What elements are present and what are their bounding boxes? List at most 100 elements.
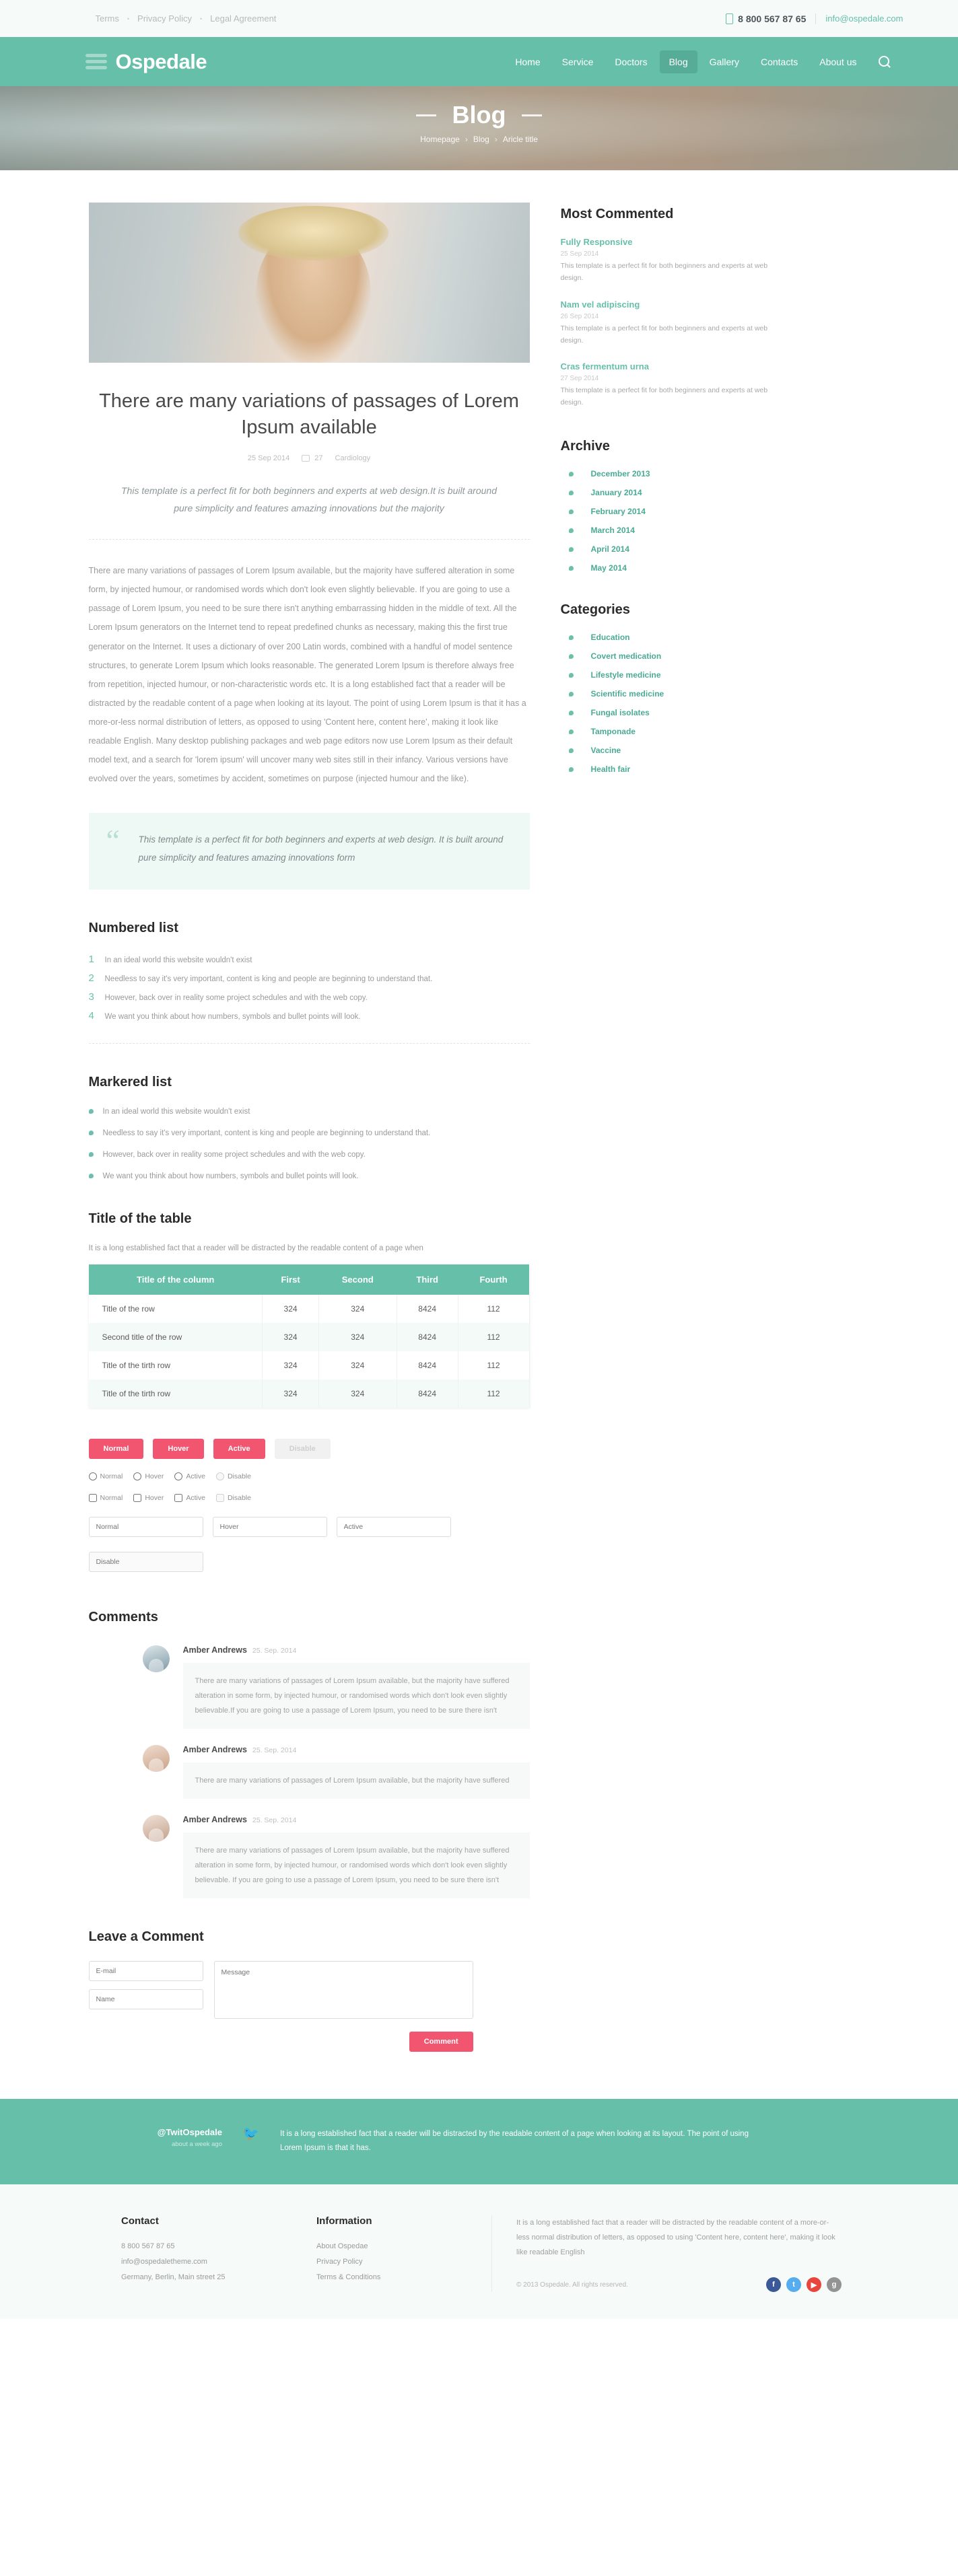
- button-normal[interactable]: Normal: [88, 1438, 144, 1459]
- page-title: Blog: [452, 101, 506, 129]
- post-category[interactable]: Cardiology: [335, 454, 371, 462]
- button-active[interactable]: Active: [213, 1438, 265, 1459]
- input-hover[interactable]: [212, 1516, 327, 1537]
- list-item: Tamponade: [561, 727, 783, 736]
- bullet-icon: [88, 1109, 94, 1114]
- most-commented-title[interactable]: Fully Responsive: [561, 237, 783, 247]
- message-field[interactable]: [213, 1960, 473, 2019]
- table-cell: 8424: [397, 1379, 458, 1408]
- nav-item-about-us[interactable]: About us: [810, 50, 866, 73]
- footer-information-column: Information About Ospedae Privacy Policy…: [316, 2215, 451, 2292]
- email-field[interactable]: [88, 1960, 203, 1981]
- top-link-privacy-policy[interactable]: Privacy Policy: [137, 13, 192, 24]
- list-number: 2: [88, 972, 94, 984]
- input-active[interactable]: [336, 1516, 451, 1537]
- post-blockquote: “ This template is a perfect fit for bot…: [88, 812, 530, 890]
- checkbox-input[interactable]: [88, 1493, 97, 1502]
- checkbox-normal[interactable]: Normal: [88, 1493, 123, 1502]
- archive-link[interactable]: May 2014: [591, 563, 627, 573]
- table-cell: 112: [458, 1379, 530, 1408]
- categories-list: Education Covert medication Lifestyle me…: [561, 633, 783, 774]
- category-link[interactable]: Covert medication: [591, 651, 662, 661]
- archive-link[interactable]: December 2013: [591, 469, 650, 478]
- youtube-icon[interactable]: ▶: [807, 2277, 821, 2293]
- radio-input[interactable]: [88, 1472, 97, 1480]
- site-logo[interactable]: Ospedale: [85, 50, 207, 74]
- category-link[interactable]: Fungal isolates: [591, 708, 650, 717]
- footer-link-terms[interactable]: Terms & Conditions: [316, 2270, 451, 2285]
- search-icon[interactable]: [878, 56, 890, 67]
- site-footer: Contact 8 800 567 87 65 info@ospedalethe…: [0, 2184, 958, 2320]
- category-link[interactable]: Scientific medicine: [591, 689, 664, 699]
- checkbox-input[interactable]: [174, 1493, 183, 1502]
- radio-hover[interactable]: Hover: [133, 1472, 164, 1480]
- radio-input[interactable]: [133, 1472, 142, 1480]
- button-hover[interactable]: Hover: [153, 1438, 204, 1459]
- checkbox-disable: Disable: [215, 1493, 251, 1502]
- radio-active[interactable]: Active: [174, 1472, 205, 1480]
- category-link[interactable]: Education: [591, 633, 630, 642]
- nav-item-contacts[interactable]: Contacts: [751, 50, 807, 73]
- twitter-icon[interactable]: t: [786, 2277, 801, 2293]
- separator-dot: •: [199, 15, 203, 22]
- category-link[interactable]: Health fair: [591, 764, 631, 774]
- facebook-icon[interactable]: f: [766, 2277, 781, 2293]
- footer-email[interactable]: info@ospedaletheme.com: [121, 2254, 276, 2270]
- top-phone: 8 800 567 87 65: [726, 13, 806, 24]
- input-normal[interactable]: [88, 1516, 203, 1537]
- name-field[interactable]: [88, 1989, 203, 2009]
- top-link-terms[interactable]: Terms: [96, 13, 119, 24]
- numbered-list-heading: Numbered list: [88, 920, 178, 935]
- breadcrumb-homepage[interactable]: Homepage: [420, 135, 460, 144]
- nav-item-home[interactable]: Home: [506, 50, 549, 73]
- nav-item-doctors[interactable]: Doctors: [605, 50, 656, 73]
- checkbox-active[interactable]: Active: [174, 1493, 205, 1502]
- radio-normal[interactable]: Normal: [88, 1472, 123, 1480]
- top-contact: 8 800 567 87 65 info@ospedale.com: [726, 13, 903, 24]
- button-disable: Disable: [274, 1438, 331, 1459]
- archive-link[interactable]: April 2014: [591, 544, 629, 554]
- twitter-handle: @TwitOspedale: [157, 2126, 222, 2137]
- bullet-icon: [568, 471, 574, 476]
- checkbox-input[interactable]: [133, 1493, 142, 1502]
- top-bar: Terms • Privacy Policy • Legal Agreement…: [0, 0, 958, 37]
- table-cell: 8424: [397, 1351, 458, 1380]
- breadcrumb-separator: ›: [494, 135, 498, 144]
- breadcrumb-blog[interactable]: Blog: [473, 135, 489, 144]
- top-phone-number: 8 800 567 87 65: [738, 13, 807, 24]
- nav-item-service[interactable]: Service: [553, 50, 603, 73]
- nav-item-blog[interactable]: Blog: [659, 50, 697, 73]
- footer-information-heading: Information: [316, 2215, 372, 2227]
- breadcrumb-separator: ›: [465, 135, 468, 144]
- footer-link-privacy[interactable]: Privacy Policy: [316, 2254, 451, 2270]
- google-plus-icon[interactable]: g: [827, 2277, 842, 2293]
- post-body: There are many variations of passages of…: [89, 561, 530, 789]
- input-disable-row: [88, 1551, 530, 1572]
- top-link-legal-agreement[interactable]: Legal Agreement: [210, 13, 276, 24]
- table-cell: 324: [318, 1351, 397, 1380]
- category-link[interactable]: Lifestyle medicine: [591, 670, 661, 680]
- footer-link-about[interactable]: About Ospedae: [316, 2239, 451, 2254]
- radio-input[interactable]: [174, 1472, 183, 1480]
- list-item: March 2014: [561, 526, 783, 535]
- category-link[interactable]: Vaccine: [591, 746, 621, 755]
- markered-list-heading: Markered list: [88, 1074, 172, 1089]
- category-link[interactable]: Tamponade: [591, 727, 636, 736]
- page-body: There are many variations of passages of…: [88, 170, 870, 2052]
- twitter-handle-block[interactable]: @TwitOspedale about a week ago: [121, 2127, 222, 2148]
- submit-comment-button[interactable]: Comment: [409, 2031, 473, 2052]
- top-email[interactable]: info@ospedale.com: [825, 13, 903, 24]
- nav-item-gallery[interactable]: Gallery: [700, 50, 749, 73]
- breadcrumb: Homepage › Blog › Aricle title: [0, 135, 958, 144]
- comment-form: Comment: [88, 1960, 530, 2052]
- table-heading: Title of the table: [88, 1211, 192, 1226]
- most-commented-title[interactable]: Nam vel adipiscing: [561, 299, 783, 310]
- post-lead: This template is a perfect fit for both …: [121, 485, 497, 514]
- archive-link[interactable]: March 2014: [591, 526, 635, 535]
- most-commented-title[interactable]: Cras fermentum urna: [561, 361, 783, 371]
- checkbox-hover[interactable]: Hover: [133, 1493, 164, 1502]
- list-item: January 2014: [561, 488, 783, 497]
- archive-link[interactable]: January 2014: [591, 488, 642, 497]
- archive-link[interactable]: February 2014: [591, 507, 646, 516]
- data-table: Title of the column First Second Third F…: [88, 1264, 530, 1408]
